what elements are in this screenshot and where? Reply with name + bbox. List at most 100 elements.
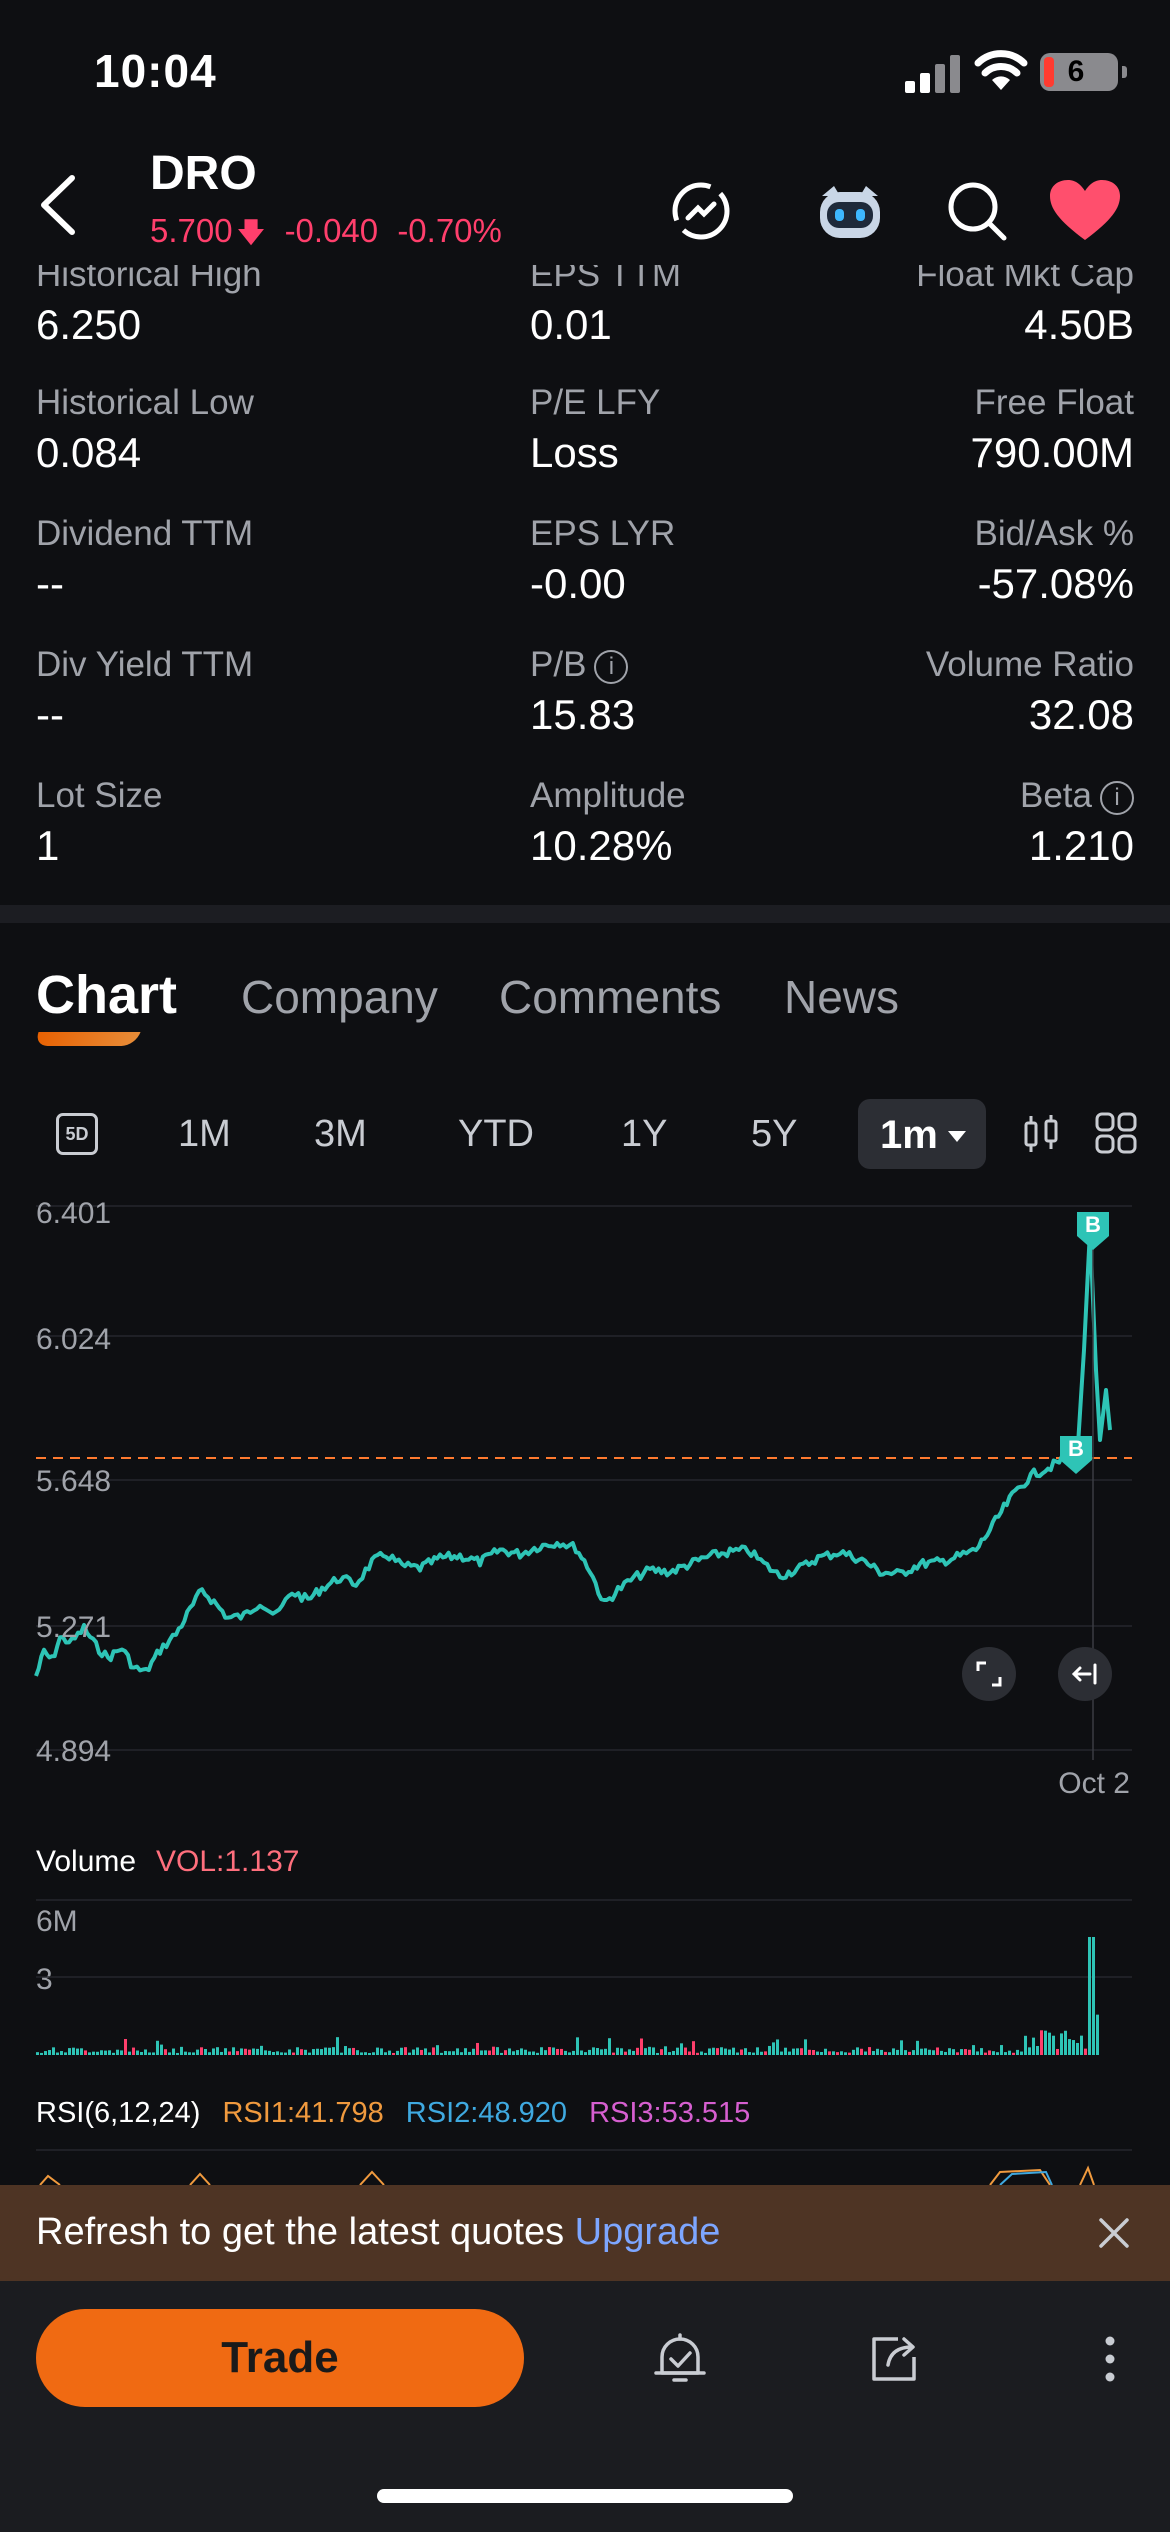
volume-bar [820, 2051, 823, 2055]
volume-bar [812, 2049, 815, 2055]
rsi3-value: RSI3:53.515 [589, 2097, 751, 2129]
volume-bar [844, 2052, 847, 2055]
robot-icon[interactable] [814, 178, 886, 244]
volume-bar [868, 2047, 871, 2055]
volume-bar [1000, 2045, 1003, 2055]
info-icon[interactable]: i [594, 650, 629, 684]
volume-bar [56, 2052, 59, 2055]
volume-bar [1016, 2049, 1019, 2055]
volume-bar [128, 2051, 131, 2055]
volume-bar [412, 2049, 415, 2055]
range-5d-icon[interactable]: 5D [56, 1113, 98, 1155]
range-1y[interactable]: 1Y [621, 1113, 667, 1156]
range-ytd[interactable]: YTD [458, 1113, 534, 1156]
buy-marker-top[interactable]: B [1077, 1212, 1109, 1250]
volume-bar [176, 2052, 179, 2055]
volume-bar [500, 2052, 503, 2055]
volume-bar [872, 2051, 875, 2055]
y-tick: 6.024 [36, 1323, 112, 1356]
volume-bar [940, 2050, 943, 2055]
candlestick-icon[interactable] [1020, 1113, 1062, 1155]
volume-bar [976, 2051, 979, 2055]
volume-bar [232, 2047, 235, 2055]
volume-bar [452, 2051, 455, 2055]
volume-bar [568, 2052, 571, 2055]
key-stats-grid: Historical High 6.250 EPS TTM 0.01 Float… [0, 255, 1170, 905]
interval-selector[interactable]: 1m [858, 1099, 986, 1169]
close-icon[interactable] [1096, 2215, 1132, 2251]
volume-bar [308, 2052, 311, 2055]
volume-bar [316, 2048, 319, 2055]
range-3m[interactable]: 3M [314, 1113, 367, 1156]
stat-beta: Beta i 1.210 [1020, 776, 1134, 869]
info-icon[interactable]: i [1100, 781, 1134, 815]
fullscreen-button[interactable] [962, 1647, 1016, 1701]
volume-bar [580, 2050, 583, 2055]
tab-chart[interactable]: Chart [36, 964, 177, 1026]
volume-bar [988, 2050, 991, 2055]
volume-bar [660, 2049, 663, 2055]
volume-bar [1044, 2030, 1047, 2055]
volume-bar [492, 2046, 495, 2055]
range-5y[interactable]: 5Y [751, 1113, 797, 1156]
volume-bar [560, 2048, 563, 2055]
back-icon[interactable] [30, 170, 90, 240]
trade-button[interactable]: Trade [36, 2309, 524, 2407]
volume-bar [720, 2047, 723, 2055]
volume-bar [264, 2050, 267, 2055]
volume-bar [204, 2049, 207, 2055]
heart-icon[interactable] [1048, 178, 1122, 244]
range-1m[interactable]: 1M [178, 1113, 231, 1156]
stat-lot-size: Lot Size 1 [36, 776, 163, 869]
volume-bar [380, 2048, 383, 2055]
more-options-icon[interactable] [1080, 2329, 1140, 2389]
volume-bar [420, 2049, 423, 2055]
jump-to-latest-button[interactable] [1058, 1647, 1112, 1701]
volume-bar [460, 2052, 463, 2055]
volume-title: Volume [36, 1845, 137, 1878]
volume-bar [1024, 2035, 1027, 2055]
volume-bar [900, 2040, 903, 2055]
volume-bar [168, 2052, 171, 2055]
volume-bar [428, 2052, 431, 2055]
volume-bar [80, 2048, 83, 2055]
volume-bar [356, 2050, 359, 2055]
buy-marker-mid[interactable]: B [1060, 1436, 1092, 1474]
dropdown-caret-icon [948, 1131, 966, 1142]
tab-company[interactable]: Company [241, 970, 438, 1024]
stat-dividend-ttm: Dividend TTM -- [36, 514, 254, 607]
status-time: 10:04 [94, 45, 217, 97]
volume-bar [276, 2051, 279, 2055]
share-icon[interactable] [864, 2329, 924, 2389]
volume-bar [228, 2051, 231, 2055]
volume-chart[interactable] [0, 1895, 1170, 2060]
refresh-icon[interactable] [668, 178, 734, 244]
volume-bar [824, 2048, 827, 2055]
stat-volume-ratio: Volume Ratio 32.08 [925, 645, 1134, 738]
volume-bar [504, 2050, 507, 2055]
section-tabs: Chart Company Comments News [0, 965, 1170, 1060]
volume-bar [964, 2049, 967, 2055]
rsi2-value: RSI2:48.920 [405, 2097, 568, 2129]
volume-bar [76, 2048, 79, 2055]
volume-bar [984, 2052, 987, 2055]
volume-bar [992, 2051, 995, 2055]
tab-comments[interactable]: Comments [499, 970, 721, 1024]
volume-bar [960, 2049, 963, 2055]
volume-bar [376, 2047, 379, 2055]
price-alert-icon[interactable] [650, 2329, 710, 2389]
volume-bar [344, 2046, 347, 2055]
search-icon[interactable] [944, 178, 1010, 244]
volume-bar [1052, 2035, 1055, 2055]
upgrade-link[interactable]: Upgrade [575, 2211, 721, 2253]
grid-layout-icon[interactable] [1094, 1111, 1138, 1155]
volume-bar [248, 2049, 251, 2055]
volume-bar [944, 2051, 947, 2055]
stat-historical-high: Historical High 6.250 [36, 255, 262, 348]
tab-news[interactable]: News [784, 970, 899, 1024]
battery-icon: 6 [1040, 53, 1127, 91]
volume-bar [640, 2038, 643, 2055]
interval-label: 1m [880, 1113, 938, 1157]
volume-bar [1036, 2046, 1039, 2055]
volume-bar [220, 2051, 223, 2055]
